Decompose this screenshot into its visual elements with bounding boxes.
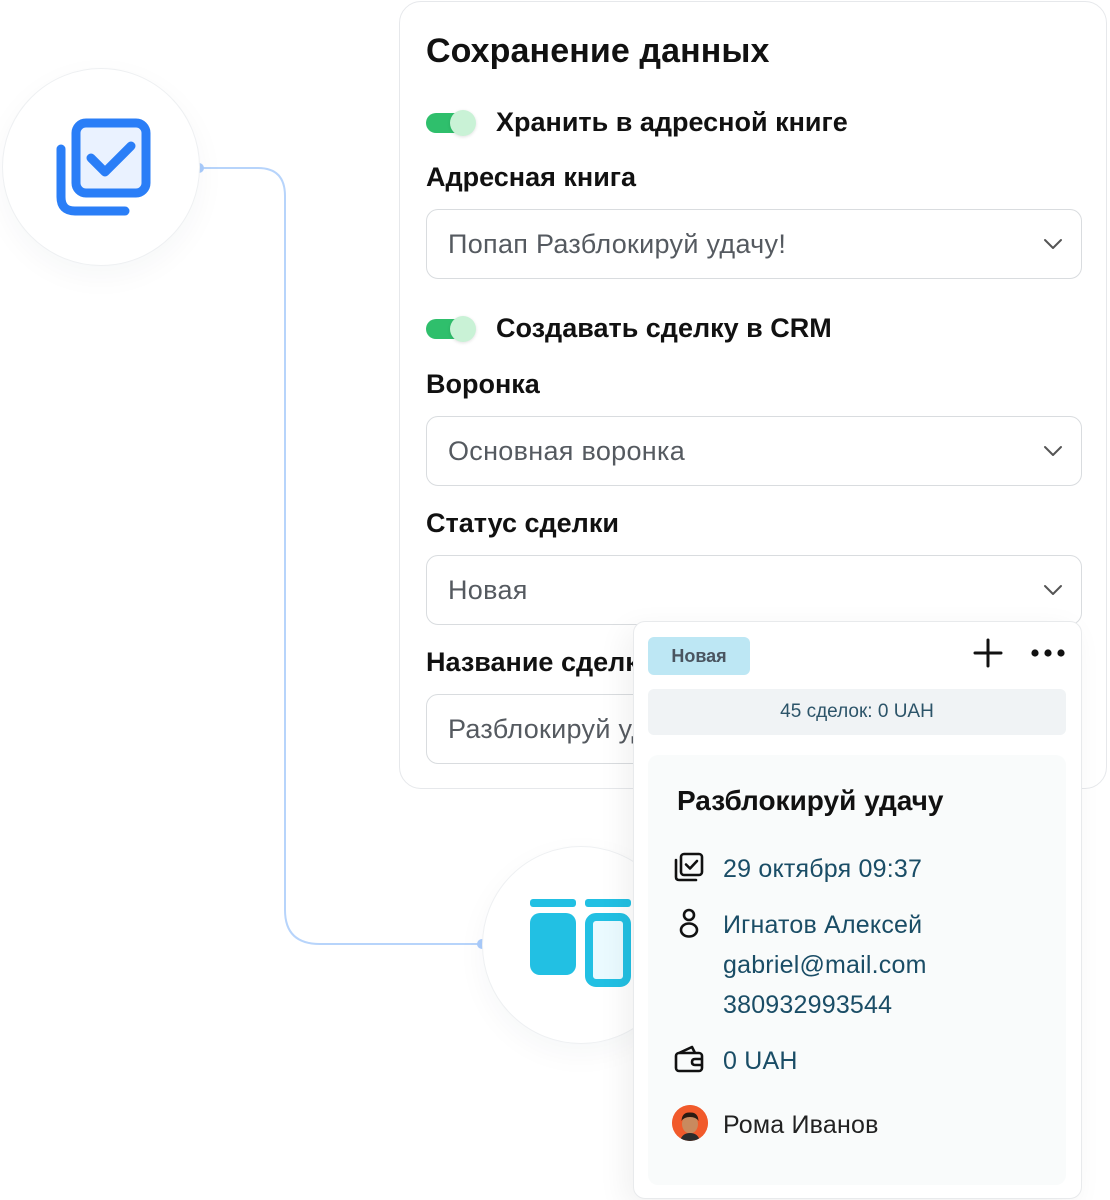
deal-status-value: Новая [448,574,528,605]
address-book-value: Попап Разблокируй удачу! [448,228,787,259]
wallet-icon [674,1045,704,1073]
chevron-down-icon [1044,446,1062,456]
pipeline-label: Воронка [426,369,540,399]
status-badge: Новая [648,637,750,675]
avatar-icon [672,1105,708,1141]
person-icon [679,908,699,938]
deal-amount: 0 UAH [723,1047,798,1075]
pipeline-select[interactable]: Основная воронка [426,416,1082,486]
save-contact-toggle-row: Хранить в адресной книге [426,107,848,138]
crm-deal-card[interactable]: Новая 45 сделок: 0 UAH Разблокируй удачу… [633,621,1082,1199]
calendar-check-icon [674,852,704,882]
save-contact-toggle-label: Хранить в адресной книге [496,107,848,137]
contact-email[interactable]: gabriel@mail.com [723,945,927,985]
deal-name-label: Название сделки [426,647,656,677]
chevron-down-icon [1044,585,1062,595]
manager-avatar [672,1105,708,1141]
address-book-label: Адресная книга [426,162,637,192]
pipeline-value: Основная воронка [448,435,686,466]
deal-date: 29 октября 09:37 [723,855,923,883]
address-book-select[interactable]: Попап Разблокируй удачу! [426,209,1082,279]
panel-title: Сохранение данных [426,32,770,70]
crm-toggle-row: Создавать сделку в CRM [426,313,832,344]
deal-status-select[interactable]: Новая [426,555,1082,625]
plus-icon[interactable] [972,637,1004,669]
chevron-down-icon [1044,239,1062,249]
contact-phone[interactable]: 380932993544 [723,985,892,1025]
crm-deal-toggle[interactable] [426,315,476,342]
contact-name: Игнатов Алексей [723,911,923,939]
deal-status-label: Статус сделки [426,508,619,538]
save-step-circle [2,68,200,266]
deal-title: Разблокируй удачу [677,785,944,816]
more-dots-icon[interactable] [1030,647,1066,659]
deal-count-summary: 45 сделок: 0 UAH [648,689,1066,735]
deal-manager: Рома Иванов [723,1111,879,1139]
deal-item[interactable]: Разблокируй удачу 29 октября 09:37 Игнат… [648,755,1066,1185]
copy-check-icon [56,118,151,216]
crm-toggle-label: Создавать сделку в CRM [496,313,832,343]
save-contact-toggle[interactable] [426,109,476,136]
